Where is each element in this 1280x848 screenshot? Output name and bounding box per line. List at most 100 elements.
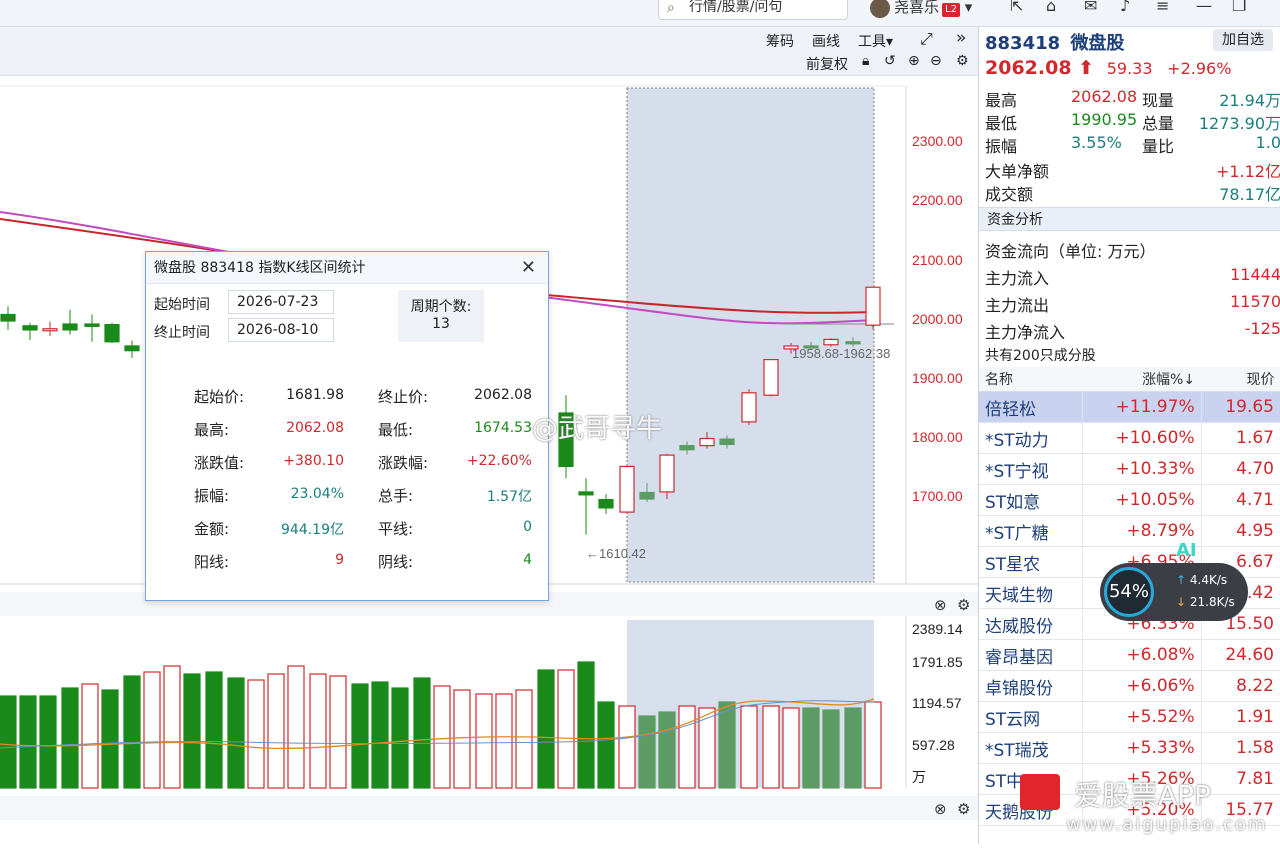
- chips-button[interactable]: 筹码: [766, 31, 794, 51]
- stock-name-cell[interactable]: 倍轻松: [979, 391, 1084, 423]
- candle-body[interactable]: [659, 454, 675, 493]
- gear-icon[interactable]: ⚙: [957, 800, 970, 818]
- stat-label: 阳线:: [194, 553, 230, 571]
- close-icon[interactable]: ⊗: [934, 596, 947, 614]
- collapse-icon[interactable]: »: [956, 28, 966, 48]
- candle-body[interactable]: [741, 392, 757, 423]
- price-line: 2062.08 ⬆ 59.33 +2.96%: [985, 57, 1280, 79]
- gear-icon[interactable]: ⚙: [956, 53, 969, 69]
- start-time-label: 起始时间: [154, 297, 210, 313]
- close-icon[interactable]: ⊗: [934, 800, 947, 818]
- selection-region[interactable]: [626, 87, 875, 583]
- col-name[interactable]: 名称: [979, 367, 1083, 392]
- interval-stats-dialog[interactable]: 微盘股 883418 指数K线区间统计 ✕ 起始时间 2026-07-23 终止…: [145, 251, 549, 601]
- col-price[interactable]: 现价: [1201, 367, 1280, 392]
- ai-badge[interactable]: AI: [1176, 540, 1197, 561]
- stock-name-cell[interactable]: *ST广糖: [979, 515, 1084, 547]
- candle-body[interactable]: [699, 437, 715, 447]
- candle-body[interactable]: [104, 323, 120, 343]
- expand-icon[interactable]: ⤢: [920, 29, 933, 49]
- big-order-label: 大单净额: [985, 162, 1050, 181]
- stock-name-cell[interactable]: *ST瑞茂: [979, 732, 1084, 764]
- table-row[interactable]: *ST瑞茂 +5.33% 1.58: [979, 732, 1280, 764]
- undo-icon[interactable]: ↺: [884, 53, 896, 69]
- draw-line-button[interactable]: 画线: [812, 31, 840, 51]
- menu-icon[interactable]: ≡: [1156, 0, 1169, 15]
- gear-icon[interactable]: ⚙: [957, 596, 970, 614]
- network-speed-widget[interactable]: 54% ↑ 4.4K/s ↓ 21.8K/s: [1100, 563, 1248, 621]
- candle-body[interactable]: [823, 338, 839, 346]
- candle-body[interactable]: [578, 491, 594, 496]
- search-input[interactable]: 行情/股票/问句: [689, 0, 782, 20]
- table-row[interactable]: *ST动力 +10.60% 1.67: [979, 422, 1280, 454]
- col-change[interactable]: 涨幅%↓: [1082, 367, 1202, 392]
- candle-body[interactable]: [865, 286, 881, 326]
- adjust-mode-button[interactable]: 前复权: [806, 54, 848, 74]
- candle-body[interactable]: [124, 345, 140, 352]
- start-time-field[interactable]: 2026-07-23: [228, 290, 334, 314]
- table-row[interactable]: *ST广糖 +8.79% 4.95: [979, 515, 1280, 547]
- change-cell: +6.08%: [1082, 639, 1202, 671]
- stock-name-cell[interactable]: *ST动力: [979, 422, 1084, 454]
- stat-label: 涨跌值:: [194, 454, 245, 472]
- change-cell: +10.60%: [1082, 422, 1202, 454]
- fund-row: 主力流入 11444: [985, 265, 1280, 289]
- volume-bar: [413, 677, 431, 789]
- candle-body[interactable]: [619, 465, 635, 513]
- volume-bar: [453, 689, 471, 789]
- table-row[interactable]: *ST宁视 +10.33% 4.70: [979, 453, 1280, 485]
- stock-name: 微盘股: [1070, 33, 1125, 54]
- candle-body[interactable]: [62, 323, 78, 331]
- share-icon[interactable]: ⇱: [1010, 0, 1023, 15]
- chevron-down-icon[interactable]: ▾: [965, 0, 973, 16]
- mail-icon[interactable]: ✉: [1084, 0, 1097, 15]
- price-cell: 1.67: [1201, 422, 1280, 454]
- candle-body[interactable]: [22, 325, 38, 331]
- stock-name-cell[interactable]: 达威股份: [979, 608, 1084, 640]
- candle-body[interactable]: [598, 499, 614, 509]
- table-row[interactable]: ST云网 +5.52% 1.91: [979, 701, 1280, 733]
- stock-name-cell[interactable]: ST如意: [979, 484, 1084, 516]
- candle-body[interactable]: [42, 328, 58, 332]
- stock-name-cell[interactable]: 天域生物: [979, 577, 1084, 609]
- candle-body[interactable]: [0, 313, 16, 322]
- stock-name-cell[interactable]: 卓锦股份: [979, 670, 1084, 702]
- fund-analysis-tab[interactable]: 资金分析: [979, 207, 1280, 231]
- table-row[interactable]: 卓锦股份 +6.06% 8.22: [979, 670, 1280, 702]
- add-watchlist-button[interactable]: 加自选: [1213, 29, 1273, 51]
- candle-body[interactable]: [845, 341, 861, 345]
- volume-axis-label: 2389.14: [912, 621, 963, 637]
- zoom-out-icon[interactable]: ⊖: [930, 53, 942, 69]
- minimize-icon[interactable]: —: [1196, 0, 1212, 15]
- stat-label: 总手:: [378, 487, 414, 505]
- stock-name-cell[interactable]: 睿昂基因: [979, 639, 1084, 671]
- lock-icon[interactable]: 🔒︎: [862, 53, 869, 69]
- volume-bar: [597, 701, 615, 789]
- candle-body[interactable]: [84, 323, 100, 327]
- bell-icon[interactable]: ♪: [1120, 0, 1130, 15]
- stock-name-cell[interactable]: ST云网: [979, 701, 1084, 733]
- stock-name-cell[interactable]: ST星农: [979, 546, 1084, 578]
- stat-value: 1674.53: [474, 420, 532, 436]
- close-icon[interactable]: ✕: [521, 252, 536, 284]
- zoom-in-icon[interactable]: ⊕: [908, 53, 920, 69]
- volume-bar: [537, 669, 555, 789]
- candle-body[interactable]: [639, 491, 655, 500]
- candle-body[interactable]: [679, 445, 695, 451]
- tools-button[interactable]: 工具▾: [858, 31, 893, 51]
- quote-label: 最低: [985, 114, 1018, 133]
- shirt-icon[interactable]: ⌂: [1046, 0, 1056, 15]
- table-row[interactable]: 睿昂基因 +6.08% 24.60: [979, 639, 1280, 671]
- stat-value: 4: [523, 552, 532, 568]
- end-time-field[interactable]: 2026-08-10: [228, 318, 334, 342]
- stock-name-cell[interactable]: *ST宁视: [979, 453, 1084, 485]
- candle-body[interactable]: [719, 438, 735, 446]
- search-box[interactable]: ⌕ 行情/股票/问句: [658, 0, 848, 20]
- table-row[interactable]: 倍轻松 +11.97% 19.65: [979, 391, 1280, 423]
- volume-axis-label: 1194.57: [912, 695, 962, 711]
- user-profile[interactable]: 尧喜乐 L2 ▾: [870, 0, 972, 18]
- change-cell: +10.05%: [1082, 484, 1202, 516]
- table-row[interactable]: ST如意 +10.05% 4.71: [979, 484, 1280, 516]
- restore-icon[interactable]: ❐: [1232, 0, 1246, 15]
- candle-body[interactable]: [763, 358, 779, 396]
